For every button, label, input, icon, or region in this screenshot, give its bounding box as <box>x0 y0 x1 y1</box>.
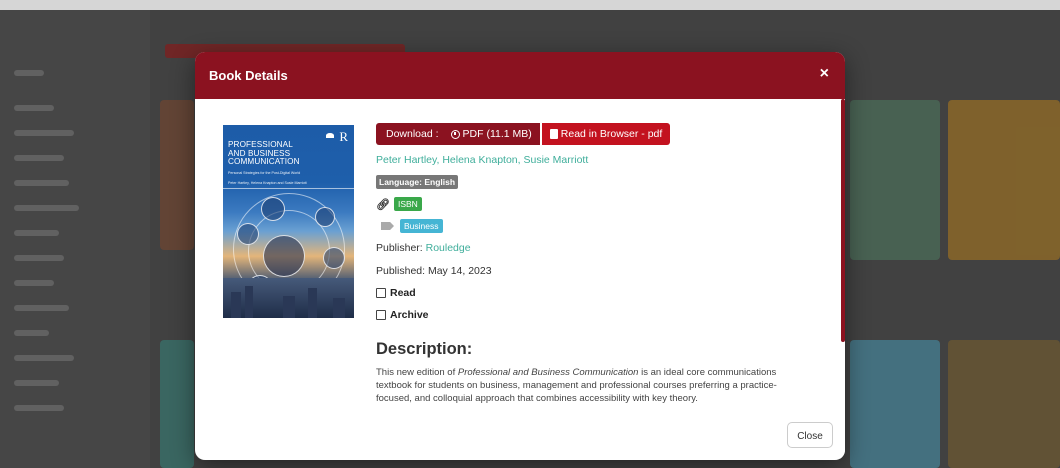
book-cover-image: R PROFESSIONAL AND BUSINESS COMMUNICATIO… <box>223 125 354 318</box>
download-pdf-label: PDF (11.1 MB) <box>462 128 532 140</box>
close-icon[interactable]: × <box>820 65 829 83</box>
download-pdf-button[interactable]: PDF (11.1 MB) <box>448 123 540 145</box>
cover-subtitle: Personal Strategies for the Post-Digital… <box>228 171 301 175</box>
book-authors-link[interactable]: Peter Hartley, Helena Knapton, Susie Mar… <box>376 154 816 166</box>
description-text-pre: This new edition of <box>376 367 458 378</box>
publisher-row: Publisher: Rouledge <box>376 242 816 254</box>
publisher-label: Publisher: <box>376 242 423 254</box>
modal-header: Book Details × <box>195 52 845 99</box>
link-icon: 🔗︎ <box>376 198 390 211</box>
cover-divider <box>223 188 354 189</box>
read-in-browser-label: Read in Browser - pdf <box>560 128 663 140</box>
isbn-row: 🔗︎ ISBN <box>376 197 816 211</box>
read-checkbox-label[interactable]: Read <box>390 287 416 299</box>
cover-cityscape <box>223 278 354 318</box>
modal-scrollbar-thumb[interactable] <box>841 99 845 342</box>
cover-authors: Peter Hartley, Helena Knapton and Susie … <box>228 181 307 185</box>
cover-building <box>333 298 345 318</box>
description-text: This new edition of Professional and Bus… <box>376 366 806 405</box>
book-details: Download : PDF (11.1 MB) Read in Browser… <box>376 123 816 321</box>
archive-checkbox[interactable] <box>376 310 386 320</box>
archive-checkbox-row[interactable]: Archive <box>376 309 816 321</box>
modal-title: Book Details <box>209 68 288 83</box>
cover-circle <box>237 223 259 245</box>
read-in-browser-button[interactable]: Read in Browser - pdf <box>541 123 671 145</box>
language-badge: Language: English <box>376 175 459 189</box>
read-checkbox-row[interactable]: Read <box>376 287 816 299</box>
download-bar: Download : PDF (11.1 MB) Read in Browser… <box>376 123 816 145</box>
publisher-link[interactable]: Rouledge <box>426 242 471 254</box>
cover-title-line: COMMUNICATION <box>228 157 300 167</box>
cover-circle <box>323 247 345 269</box>
description-book-title: Professional and Business Communication <box>457 367 639 378</box>
cover-circle <box>261 197 285 221</box>
read-checkbox[interactable] <box>376 288 386 298</box>
book-details-modal: Book Details × R PROFESSIONAL AND BUSINE… <box>195 52 845 460</box>
publisher-eye-icon <box>326 133 334 138</box>
cover-building <box>283 296 295 318</box>
cover-building <box>245 286 253 318</box>
cover-building <box>308 288 317 318</box>
published-date: Published: May 14, 2023 <box>376 265 492 277</box>
download-circle-icon <box>450 129 460 139</box>
description-heading: Description: <box>376 340 473 358</box>
cover-circle <box>263 235 305 277</box>
tag-icon <box>381 222 394 230</box>
tag-row: Business <box>376 219 816 233</box>
download-label: Download : <box>376 123 449 145</box>
cover-title: PROFESSIONAL AND BUSINESS COMMUNICATION <box>228 140 300 167</box>
book-icon <box>549 129 558 139</box>
publisher-logo: R <box>339 129 348 144</box>
tag-badge-business[interactable]: Business <box>400 219 443 233</box>
archive-checkbox-label[interactable]: Archive <box>390 309 429 321</box>
cover-building <box>231 292 241 318</box>
cover-circle <box>315 207 335 227</box>
isbn-badge[interactable]: ISBN <box>393 197 422 211</box>
close-button[interactable]: Close <box>787 422 833 448</box>
